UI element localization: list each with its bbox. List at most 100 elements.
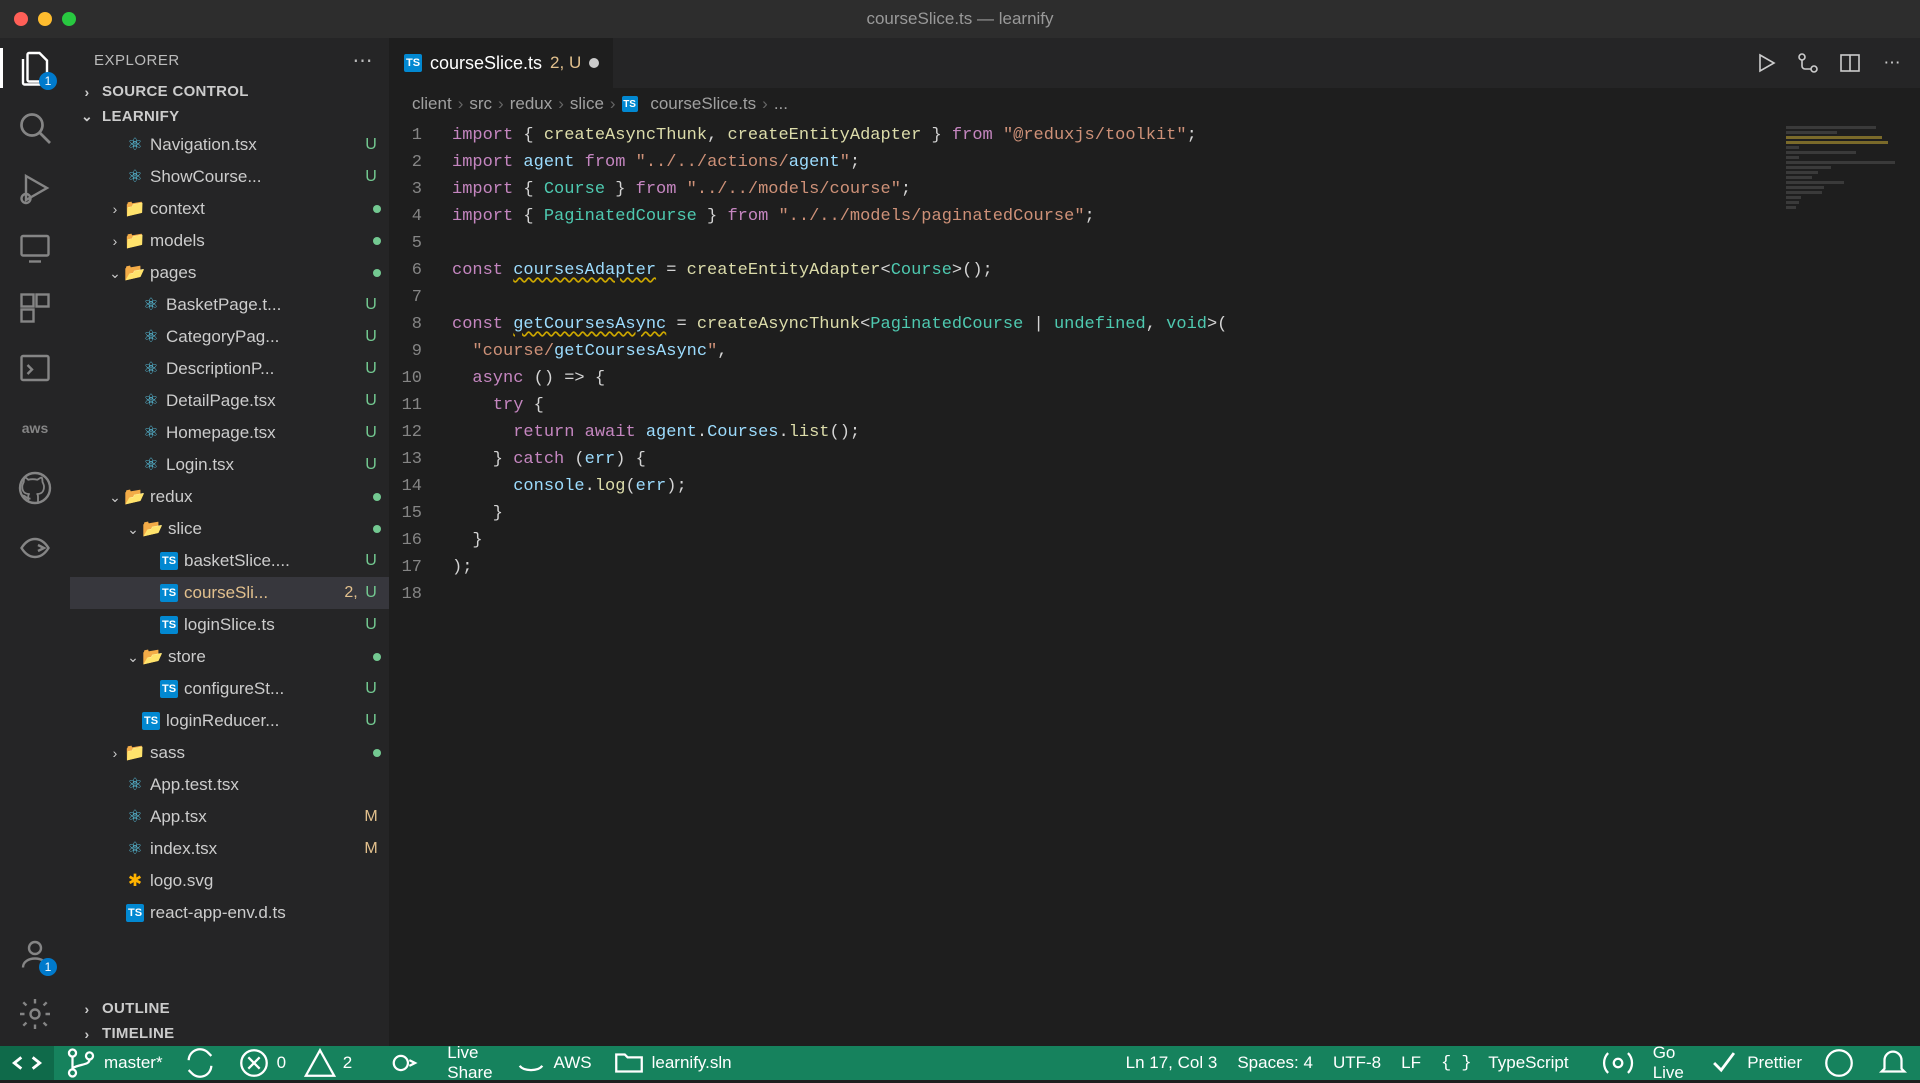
terminal-activity[interactable]: [17, 350, 53, 386]
tab-courseslice[interactable]: TS courseSlice.ts 2, U: [390, 38, 613, 88]
chevron-right-icon: ›: [78, 1026, 96, 1042]
explorer-activity[interactable]: 1: [17, 50, 53, 86]
tree-file-descriptionpage[interactable]: ⚛DescriptionP...U: [70, 353, 389, 385]
git-status-dot: [373, 493, 381, 501]
react-icon: ⚛: [140, 422, 162, 444]
section-label: LEARNIFY: [102, 108, 179, 125]
aws-button[interactable]: AWS: [504, 1046, 602, 1080]
breadcrumb-file[interactable]: TS courseSlice.ts: [622, 94, 757, 114]
git-branch[interactable]: master*: [54, 1046, 173, 1080]
typescript-icon: TS: [140, 710, 162, 732]
tree-folder-redux[interactable]: ⌄📂redux: [70, 481, 389, 513]
problems-indicator[interactable]: 0 2: [227, 1046, 363, 1080]
tree-file-apptest[interactable]: ⚛App.test.tsx: [70, 769, 389, 801]
settings-activity[interactable]: [17, 996, 53, 1032]
git-status-dot: [373, 269, 381, 277]
debug-activity[interactable]: [17, 170, 53, 206]
tree-file-showcourses[interactable]: ⚛ShowCourse...U: [70, 161, 389, 193]
file-tree[interactable]: ⚛Navigation.tsxU ⚛ShowCourse...U ›📁conte…: [70, 129, 389, 996]
tree-folder-store[interactable]: ⌄📂store: [70, 641, 389, 673]
github-icon: [17, 470, 53, 506]
tree-file-basketslice[interactable]: TSbasketSlice....U: [70, 545, 389, 577]
tree-folder-sass[interactable]: ›📁sass: [70, 737, 389, 769]
tree-file-homepage[interactable]: ⚛Homepage.tsxU: [70, 417, 389, 449]
react-icon: ⚛: [140, 326, 162, 348]
breadcrumb-slice[interactable]: slice: [570, 94, 604, 114]
tree-folder-pages[interactable]: ⌄📂pages: [70, 257, 389, 289]
split-editor-button[interactable]: [1838, 51, 1862, 75]
sidebar-more-button[interactable]: ⋯: [353, 48, 374, 73]
compare-button[interactable]: [1796, 51, 1820, 75]
remote-indicator[interactable]: [0, 1046, 54, 1080]
eol[interactable]: LF: [1391, 1046, 1431, 1080]
notifications-button[interactable]: [1866, 1046, 1920, 1080]
sidebar: EXPLORER ⋯ › SOURCE CONTROL ⌄ LEARNIFY ⚛…: [70, 38, 390, 1046]
git-status-dot: [373, 205, 381, 213]
cursor-position[interactable]: Ln 17, Col 3: [1116, 1046, 1228, 1080]
tree-file-detailpage[interactable]: ⚛DetailPage.tsxU: [70, 385, 389, 417]
accounts-activity[interactable]: 1: [17, 936, 53, 972]
indentation[interactable]: Spaces: 4: [1227, 1046, 1323, 1080]
tree-file-loginreducer[interactable]: TSloginReducer...U: [70, 705, 389, 737]
language-mode[interactable]: { } TypeScript: [1431, 1046, 1579, 1080]
git-status: U: [361, 392, 381, 410]
tree-file-courseslice[interactable]: TScourseSli...2,U: [70, 577, 389, 609]
tree-file-reactappenv[interactable]: TSreact-app-env.d.ts: [70, 897, 389, 929]
maximize-window-button[interactable]: [62, 12, 76, 26]
git-status: U: [361, 296, 381, 314]
section-timeline[interactable]: › TIMELINE: [70, 1021, 389, 1046]
breadcrumb-client[interactable]: client: [412, 94, 452, 114]
extensions-activity[interactable]: [17, 290, 53, 326]
tree-folder-context[interactable]: ›📁context: [70, 193, 389, 225]
sync-button[interactable]: [173, 1046, 227, 1080]
breadcrumb-redux[interactable]: redux: [510, 94, 553, 114]
solution-button[interactable]: learnify.sln: [602, 1046, 742, 1080]
code-editor[interactable]: 123456789101112131415161718 import { cre…: [390, 120, 1920, 1046]
check-icon: [1707, 1046, 1741, 1080]
liveshare-activity[interactable]: [17, 530, 53, 566]
minimize-window-button[interactable]: [38, 12, 52, 26]
react-icon: ⚛: [124, 774, 146, 796]
close-window-button[interactable]: [14, 12, 28, 26]
liveshare-button[interactable]: Live Share: [362, 1046, 503, 1080]
feedback-button[interactable]: [1812, 1046, 1866, 1080]
more-actions-button[interactable]: ⋯: [1880, 51, 1904, 75]
minimap[interactable]: [1780, 120, 1920, 1046]
tree-folder-models[interactable]: ›📁models: [70, 225, 389, 257]
tree-file-apptsx[interactable]: ⚛App.tsxM: [70, 801, 389, 833]
tree-file-basketpage[interactable]: ⚛BasketPage.t...U: [70, 289, 389, 321]
remote-activity[interactable]: [17, 230, 53, 266]
prettier-button[interactable]: Prettier: [1697, 1046, 1812, 1080]
golive-button[interactable]: Go Live: [1579, 1046, 1698, 1080]
tree-file-indextsx[interactable]: ⚛index.tsxM: [70, 833, 389, 865]
tree-file-categorypage[interactable]: ⚛CategoryPag...U: [70, 321, 389, 353]
folder-open-icon: 📂: [142, 646, 164, 668]
folder-icon: [612, 1046, 646, 1080]
section-source-control[interactable]: › SOURCE CONTROL: [70, 79, 389, 104]
files-badge: 1: [39, 72, 57, 90]
react-icon: ⚛: [140, 358, 162, 380]
git-status: U: [361, 584, 381, 602]
breadcrumb-ellipsis[interactable]: ...: [774, 94, 788, 114]
breadcrumb-src[interactable]: src: [469, 94, 492, 114]
github-activity[interactable]: [17, 470, 53, 506]
folder-icon: 📁: [124, 198, 146, 220]
tree-file-login[interactable]: ⚛Login.tsxU: [70, 449, 389, 481]
tree-folder-slice[interactable]: ⌄📂slice: [70, 513, 389, 545]
chevron-down-icon: ⌄: [106, 489, 124, 506]
search-activity[interactable]: [17, 110, 53, 146]
aws-activity[interactable]: aws: [17, 410, 53, 446]
svg-icon: ✱: [124, 870, 146, 892]
run-button[interactable]: [1754, 51, 1778, 75]
code-content[interactable]: import { createAsyncThunk, createEntityA…: [452, 120, 1780, 1046]
section-outline[interactable]: › OUTLINE: [70, 996, 389, 1021]
tree-file-logosvg[interactable]: ✱logo.svg: [70, 865, 389, 897]
folder-open-icon: 📂: [142, 518, 164, 540]
tree-file-configurestore[interactable]: TSconfigureSt...U: [70, 673, 389, 705]
split-icon: [1838, 51, 1862, 75]
section-project[interactable]: ⌄ LEARNIFY: [70, 104, 389, 129]
encoding[interactable]: UTF-8: [1323, 1046, 1391, 1080]
tree-file-navigation[interactable]: ⚛Navigation.tsxU: [70, 129, 389, 161]
git-status: U: [361, 424, 381, 442]
tree-file-loginslice[interactable]: TSloginSlice.tsU: [70, 609, 389, 641]
